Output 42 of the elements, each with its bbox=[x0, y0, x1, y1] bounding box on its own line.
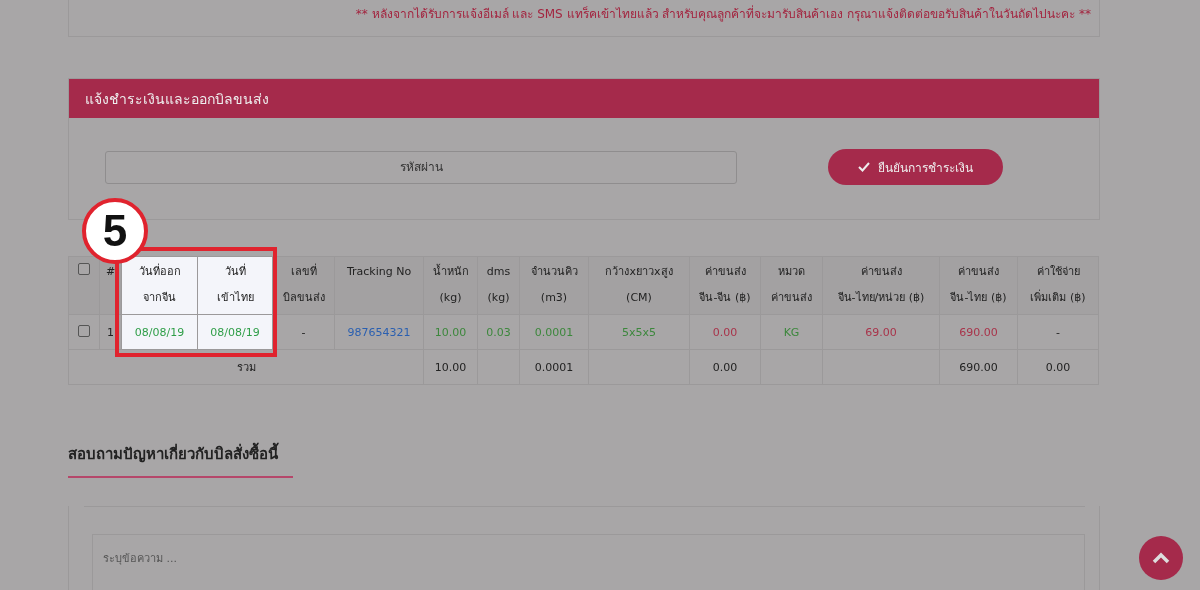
table-cell: - bbox=[1017, 314, 1099, 350]
column-header: ค่าขนส่ง จีน-จีน (฿) bbox=[689, 256, 761, 315]
table-cell: 0.00 bbox=[1017, 349, 1099, 385]
scroll-top-button[interactable] bbox=[1139, 536, 1183, 580]
column-header: ค่าขนส่ง จีน-ไทย/หน่วย (฿) bbox=[822, 256, 940, 315]
card-title: แจ้งชำระเงินและออกบิลขนส่ง bbox=[85, 89, 269, 109]
column-header: Tracking No bbox=[334, 256, 424, 315]
table-cell: KG bbox=[760, 314, 823, 350]
column-header: ค่าใช้จ่าย เพิ่มเติม (฿) bbox=[1017, 256, 1099, 315]
table-cell: 08/08/19 bbox=[197, 314, 273, 350]
confirm-payment-button[interactable]: ยืนยันการชำระเงิน bbox=[828, 149, 1003, 185]
column-header: ค่าขนส่ง จีน-ไทย (฿) bbox=[939, 256, 1018, 315]
column-header: dms (kg) bbox=[477, 256, 520, 315]
column-header: หมวด ค่าขนส่ง bbox=[760, 256, 823, 315]
step-number: 5 bbox=[82, 198, 148, 264]
table-cell: 08/08/19 bbox=[121, 314, 198, 350]
check-icon bbox=[858, 162, 870, 172]
column-header: กว้างxยาวxสูง (CM) bbox=[588, 256, 690, 315]
column-header: วันที่ออก จากจีน bbox=[121, 256, 198, 315]
column-header: จำนวนคิว (m3) bbox=[519, 256, 589, 315]
chevron-up-icon bbox=[1152, 552, 1170, 564]
password-field[interactable]: รหัสผ่าน bbox=[105, 150, 737, 184]
table-cell: 0.00 bbox=[689, 314, 761, 350]
table-cell: 0.0001 bbox=[519, 349, 589, 385]
table-cell: 0.00 bbox=[689, 349, 761, 385]
row-checkbox[interactable] bbox=[78, 324, 90, 337]
table-cell: 0.0001 bbox=[519, 314, 589, 350]
message-field[interactable]: ระบุข้อความ ... bbox=[92, 534, 1085, 590]
table-cell: 10.00 bbox=[423, 314, 478, 350]
table-cell: 690.00 bbox=[939, 349, 1018, 385]
column-header: น้ำหนัก (kg) bbox=[423, 256, 478, 315]
table-cell: 69.00 bbox=[822, 314, 940, 350]
section-title: สอบถามปัญหาเกี่ยวกับบิลสั่งซื้อนี้ bbox=[68, 442, 1100, 476]
table-cell: 690.00 bbox=[939, 314, 1018, 350]
header-cell[interactable] bbox=[68, 256, 100, 315]
column-header: วันที่ เข้าไทย bbox=[197, 256, 273, 315]
notice-text: ** หลังจากได้รับการแจ้งอีเมล์ และ SMS แทร็คเข้าไทยแล้ว สำหรับคุณลูกค้าที่จะมารับสินค้าเอง กรุณาแจ้งติดต่อขอรับสินค้าในวันถัดไปนะคะ ** bbox=[355, 4, 1091, 23]
table-cell: 5x5x5 bbox=[588, 314, 690, 350]
table-cell: 10.00 bbox=[423, 349, 478, 385]
table-cell: 0.03 bbox=[477, 314, 520, 350]
select-all-checkbox[interactable] bbox=[78, 263, 90, 275]
total-label: รวม bbox=[68, 349, 424, 385]
